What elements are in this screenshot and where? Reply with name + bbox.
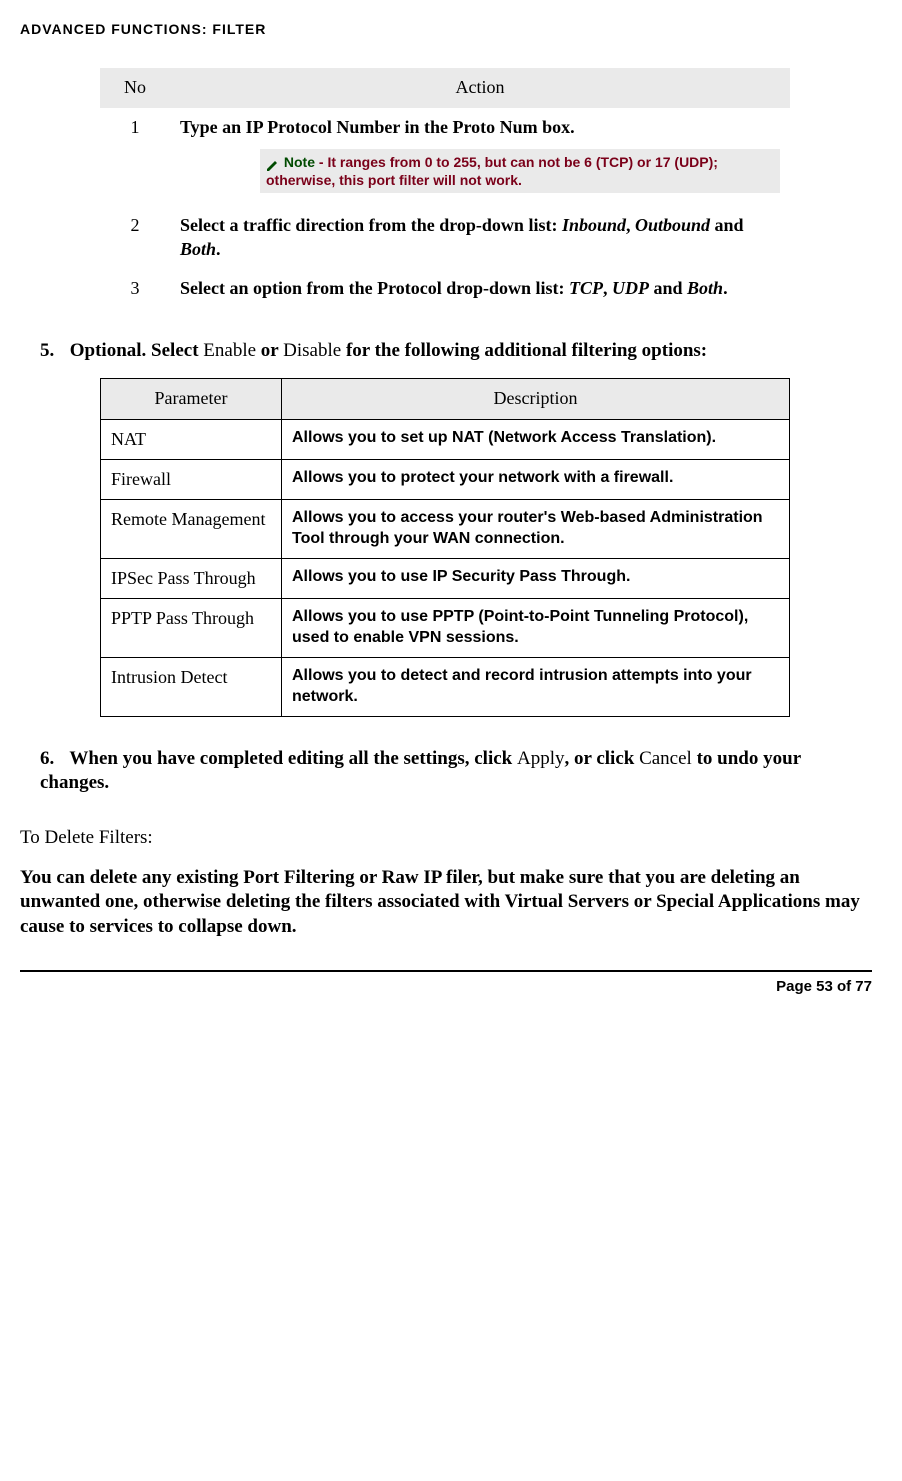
col-header-action: Action: [170, 68, 790, 107]
pencil-icon: [266, 157, 280, 169]
row3-no: 3: [100, 269, 170, 308]
row2-em2: Outbound: [635, 215, 710, 235]
page-number: Page 53 of 77: [20, 977, 872, 997]
row2-tail: .: [216, 239, 221, 259]
desc-intrusion: Allows you to detect and record intrusio…: [282, 657, 790, 716]
parameter-table: Parameter Description NAT Allows you to …: [100, 378, 790, 716]
desc-firewall: Allows you to protect your network with …: [282, 459, 790, 499]
step-5: 5. Optional. Select Enable or Disable fo…: [40, 339, 872, 364]
table-row: NAT Allows you to set up NAT (Network Ac…: [101, 419, 790, 459]
row3-em3: Both: [687, 278, 723, 298]
table-row: IPSec Pass Through Allows you to use IP …: [101, 558, 790, 598]
table-row: 2 Select a traffic direction from the dr…: [100, 206, 790, 269]
row1-action: Type an IP Protocol Number in the Proto …: [170, 108, 790, 207]
step5-opt1: Enable: [203, 340, 256, 361]
row2-em3: Both: [180, 239, 216, 259]
param-ipsec: IPSec Pass Through: [101, 558, 282, 598]
param-nat: NAT: [101, 419, 282, 459]
param-intrusion: Intrusion Detect: [101, 657, 282, 716]
row2-pre: Select a traffic direction from the drop…: [180, 215, 562, 235]
step-6: 6. When you have completed editing all t…: [40, 747, 872, 796]
step6-btn1: Apply: [517, 748, 565, 769]
row1-no: 1: [100, 108, 170, 207]
desc-nat: Allows you to set up NAT (Network Access…: [282, 419, 790, 459]
col-header-parameter: Parameter: [101, 379, 282, 419]
action-table: No Action 1 Type an IP Protocol Number i…: [100, 68, 790, 308]
row2-sep1: ,: [626, 215, 635, 235]
desc-remote: Allows you to access your router's Web-b…: [282, 500, 790, 559]
step6-mid: , or click: [564, 748, 639, 769]
col-header-no: No: [100, 68, 170, 107]
table-row: Intrusion Detect Allows you to detect an…: [101, 657, 790, 716]
step5-opt2: Disable: [283, 340, 341, 361]
step6-num: 6.: [40, 747, 65, 772]
desc-pptp: Allows you to use PPTP (Point-to-Point T…: [282, 599, 790, 658]
param-remote: Remote Management: [101, 500, 282, 559]
table-header-row: No Action: [100, 68, 790, 107]
row2-no: 2: [100, 206, 170, 269]
desc-ipsec: Allows you to use IP Security Pass Throu…: [282, 558, 790, 598]
row3-sep1: ,: [603, 278, 612, 298]
note-box: Note - It ranges from 0 to 255, but can …: [260, 149, 780, 193]
param-pptp: PPTP Pass Through: [101, 599, 282, 658]
param-firewall: Firewall: [101, 459, 282, 499]
row2-action: Select a traffic direction from the drop…: [170, 206, 790, 269]
row3-em2: UDP: [612, 278, 649, 298]
table-row: 3 Select an option from the Protocol dro…: [100, 269, 790, 308]
row2-em1: Inbound: [562, 215, 626, 235]
note-body: - It ranges from 0 to 255, but can not b…: [266, 154, 718, 188]
step5-post: for the following additional filtering o…: [341, 340, 707, 361]
step5-num: 5.: [40, 339, 65, 364]
step6-pre: When you have completed editing all the …: [69, 748, 517, 769]
delete-filters-heading: To Delete Filters:: [20, 826, 872, 851]
table-header-row: Parameter Description: [101, 379, 790, 419]
table-row: PPTP Pass Through Allows you to use PPTP…: [101, 599, 790, 658]
row2-sep2: and: [710, 215, 744, 235]
table-row: 1 Type an IP Protocol Number in the Prot…: [100, 108, 790, 207]
table-row: Firewall Allows you to protect your netw…: [101, 459, 790, 499]
row3-pre: Select an option from the Protocol drop-…: [180, 278, 569, 298]
row3-em1: TCP: [569, 278, 603, 298]
footer-divider: [20, 970, 872, 972]
page-header: ADVANCED FUNCTIONS: FILTER: [20, 20, 872, 38]
table-row: Remote Management Allows you to access y…: [101, 500, 790, 559]
step5-mid: or: [256, 340, 283, 361]
col-header-description: Description: [282, 379, 790, 419]
delete-warning-text: You can delete any existing Port Filteri…: [20, 866, 872, 940]
row3-action: Select an option from the Protocol drop-…: [170, 269, 790, 308]
note-label: Note: [284, 154, 315, 170]
step5-pre: Optional. Select: [70, 340, 204, 361]
step6-btn2: Cancel: [639, 748, 692, 769]
row3-tail: .: [723, 278, 728, 298]
row1-action-text: Type an IP Protocol Number in the Proto …: [180, 117, 575, 137]
row3-sep2: and: [649, 278, 687, 298]
